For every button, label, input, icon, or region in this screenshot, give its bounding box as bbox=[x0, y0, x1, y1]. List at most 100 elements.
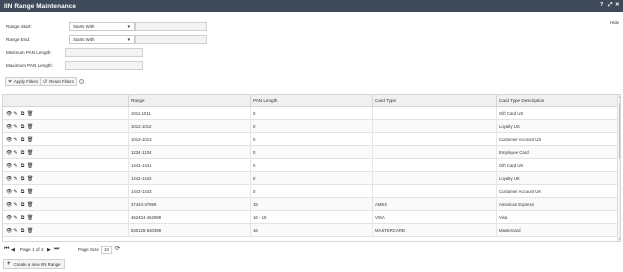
plus-icon: + bbox=[7, 261, 11, 267]
view-icon[interactable]: 👁 bbox=[6, 111, 12, 117]
view-icon[interactable]: 👁 bbox=[6, 176, 12, 182]
table-row[interactable]: 👁 ✎ ⧉ 🗑 37424-37999 15 AMEX American Express bbox=[3, 198, 617, 211]
edit-icon[interactable]: ✎ bbox=[13, 202, 18, 208]
delete-icon[interactable]: 🗑 bbox=[27, 150, 33, 156]
cell-pan-length: 0 bbox=[250, 133, 372, 146]
range-end-label: Range End: bbox=[6, 37, 31, 42]
next-page-icon[interactable]: ▶ bbox=[47, 247, 51, 253]
delete-icon[interactable]: 🗑 bbox=[27, 202, 33, 208]
close-icon[interactable]: ✕ bbox=[615, 2, 620, 8]
cell-pan-length: 0 bbox=[250, 159, 372, 172]
copy-icon[interactable]: ⧉ bbox=[20, 150, 25, 156]
cell-pan-length: 15 bbox=[250, 198, 372, 211]
copy-icon[interactable]: ⧉ bbox=[20, 111, 25, 117]
min-pan-input[interactable] bbox=[65, 48, 143, 57]
delete-icon[interactable]: 🗑 bbox=[27, 189, 33, 195]
edit-icon[interactable]: ✎ bbox=[13, 163, 18, 169]
scrollbar-thumb[interactable] bbox=[618, 103, 620, 159]
view-icon[interactable]: 👁 bbox=[6, 124, 12, 130]
filter-icon: ⏷ bbox=[8, 78, 13, 85]
edit-icon[interactable]: ✎ bbox=[13, 137, 18, 143]
edit-icon[interactable]: ✎ bbox=[13, 150, 18, 156]
cell-card-type: VISA bbox=[372, 211, 496, 224]
delete-icon[interactable]: 🗑 bbox=[27, 163, 33, 169]
copy-icon[interactable]: ⧉ bbox=[20, 215, 25, 221]
range-start-input[interactable] bbox=[135, 22, 207, 31]
page-size-label: Page Size bbox=[78, 247, 99, 252]
copy-icon[interactable]: ⧉ bbox=[20, 137, 25, 143]
delete-icon[interactable]: 🗑 bbox=[27, 228, 33, 234]
view-icon[interactable]: 👁 bbox=[6, 137, 12, 143]
copy-icon[interactable]: ⧉ bbox=[20, 176, 25, 182]
table-row[interactable]: 👁 ✎ ⧉ 🗑 1441-1441 0 Gift Card UK bbox=[3, 159, 617, 172]
cell-range: 1013-1013 bbox=[128, 133, 250, 146]
last-page-icon[interactable]: ⏭ bbox=[54, 246, 59, 253]
view-icon[interactable]: 👁 bbox=[6, 228, 12, 234]
create-iin-range-label: Create a new IIN Range bbox=[13, 261, 61, 267]
edit-icon[interactable]: ✎ bbox=[13, 176, 18, 182]
chevron-down-icon: ▼ bbox=[126, 24, 131, 29]
view-icon[interactable]: 👁 bbox=[6, 150, 12, 156]
delete-icon[interactable]: 🗑 bbox=[27, 137, 33, 143]
edit-icon[interactable]: ✎ bbox=[13, 124, 18, 130]
table-row[interactable]: 👁 ✎ ⧉ 🗑 1011-1011 0 Gift Card US bbox=[3, 107, 617, 120]
copy-icon[interactable]: ⧉ bbox=[20, 189, 25, 195]
copy-icon[interactable]: ⧉ bbox=[20, 228, 25, 234]
column-header-range[interactable]: Range bbox=[128, 95, 250, 107]
range-start-operator-select[interactable]: Starts With ▼ bbox=[69, 22, 135, 31]
edit-icon[interactable]: ✎ bbox=[13, 111, 18, 117]
delete-icon[interactable]: 🗑 bbox=[27, 111, 33, 117]
edit-icon[interactable]: ✎ bbox=[13, 228, 18, 234]
delete-icon[interactable]: 🗑 bbox=[27, 176, 33, 182]
view-icon[interactable]: 👁 bbox=[6, 202, 12, 208]
table-row[interactable]: 👁 ✎ ⧉ 🗑 1442-1442 0 Loyalty UK bbox=[3, 172, 617, 185]
vertical-scrollbar[interactable]: ▲ ▼ bbox=[617, 95, 621, 241]
range-end-operator-select[interactable]: Starts With ▼ bbox=[69, 35, 135, 44]
cell-card-type bbox=[372, 185, 496, 198]
view-icon[interactable]: 👁 bbox=[6, 163, 12, 169]
edit-icon[interactable]: ✎ bbox=[13, 215, 18, 221]
scroll-up-icon[interactable]: ▲ bbox=[618, 95, 621, 99]
column-header-card-type-description[interactable]: Card Type Description bbox=[496, 95, 617, 107]
column-header-pan-length[interactable]: PAN Length bbox=[250, 95, 372, 107]
page-size-input[interactable]: 10 bbox=[101, 246, 112, 254]
delete-icon[interactable]: 🗑 bbox=[27, 124, 33, 130]
grid-header: Range PAN Length Card Type Card Type Des… bbox=[3, 95, 617, 107]
max-pan-input[interactable] bbox=[65, 61, 143, 70]
apply-filters-button[interactable]: ⏷ Apply Filters bbox=[5, 77, 42, 86]
table-row[interactable]: 👁 ✎ ⧉ 🗑 1234-1234 0 Employee Card bbox=[3, 146, 617, 159]
cell-card-type-description: Customer Account UK bbox=[496, 185, 617, 198]
column-header-actions bbox=[3, 95, 128, 107]
reset-filters-label: Reset Filters bbox=[49, 79, 74, 84]
cell-card-type bbox=[372, 159, 496, 172]
refresh-icon[interactable]: ⟳ bbox=[115, 245, 120, 252]
column-header-card-type[interactable]: Card Type bbox=[372, 95, 496, 107]
copy-icon[interactable]: ⧉ bbox=[20, 163, 25, 169]
scroll-down-icon[interactable]: ▼ bbox=[618, 237, 621, 241]
table-row[interactable]: 👁 ✎ ⧉ 🗑 1012-1012 0 Loyalty US bbox=[3, 120, 617, 133]
previous-page-icon[interactable]: ◀ bbox=[11, 247, 15, 253]
row-actions: 👁 ✎ ⧉ 🗑 bbox=[6, 198, 33, 211]
table-row[interactable]: 👁 ✎ ⧉ 🗑 462404-462899 16 - 19 VISA Visa bbox=[3, 211, 617, 224]
view-icon[interactable]: 👁 bbox=[6, 189, 12, 195]
view-icon[interactable]: 👁 bbox=[6, 215, 12, 221]
table-row[interactable]: 👁 ✎ ⧉ 🗑 1013-1013 0 Customer Account US bbox=[3, 133, 617, 146]
hide-filters-link[interactable]: Hide bbox=[610, 20, 619, 25]
edit-icon[interactable]: ✎ bbox=[13, 189, 18, 195]
range-end-input[interactable] bbox=[135, 35, 207, 44]
create-iin-range-button[interactable]: + Create a new IIN Range bbox=[3, 259, 65, 269]
cell-range: 1442-1442 bbox=[128, 172, 250, 185]
reset-filters-button[interactable]: ↺ Reset Filters bbox=[40, 77, 77, 86]
copy-icon[interactable]: ⧉ bbox=[20, 124, 25, 130]
maximize-icon[interactable]: ⤢ bbox=[608, 2, 612, 9]
pager: ⏮ ◀ Page 1 of 2 ▶ ⏭ Page Size 10 ⟳ bbox=[2, 245, 302, 255]
delete-icon[interactable]: 🗑 bbox=[27, 215, 33, 221]
first-page-icon[interactable]: ⏮ bbox=[4, 246, 9, 253]
info-icon[interactable]: i bbox=[79, 79, 84, 84]
table-row[interactable]: 👁 ✎ ⧉ 🗑 530125-530399 16 MASTERCARD Mastercard bbox=[3, 224, 617, 237]
help-icon[interactable]: ? bbox=[600, 2, 603, 8]
cell-pan-length: 0 bbox=[250, 107, 372, 120]
cell-card-type-description: Mastercard bbox=[496, 224, 617, 237]
copy-icon[interactable]: ⧉ bbox=[20, 202, 25, 208]
table-row[interactable]: 👁 ✎ ⧉ 🗑 1443-1443 0 Customer Account UK bbox=[3, 185, 617, 198]
